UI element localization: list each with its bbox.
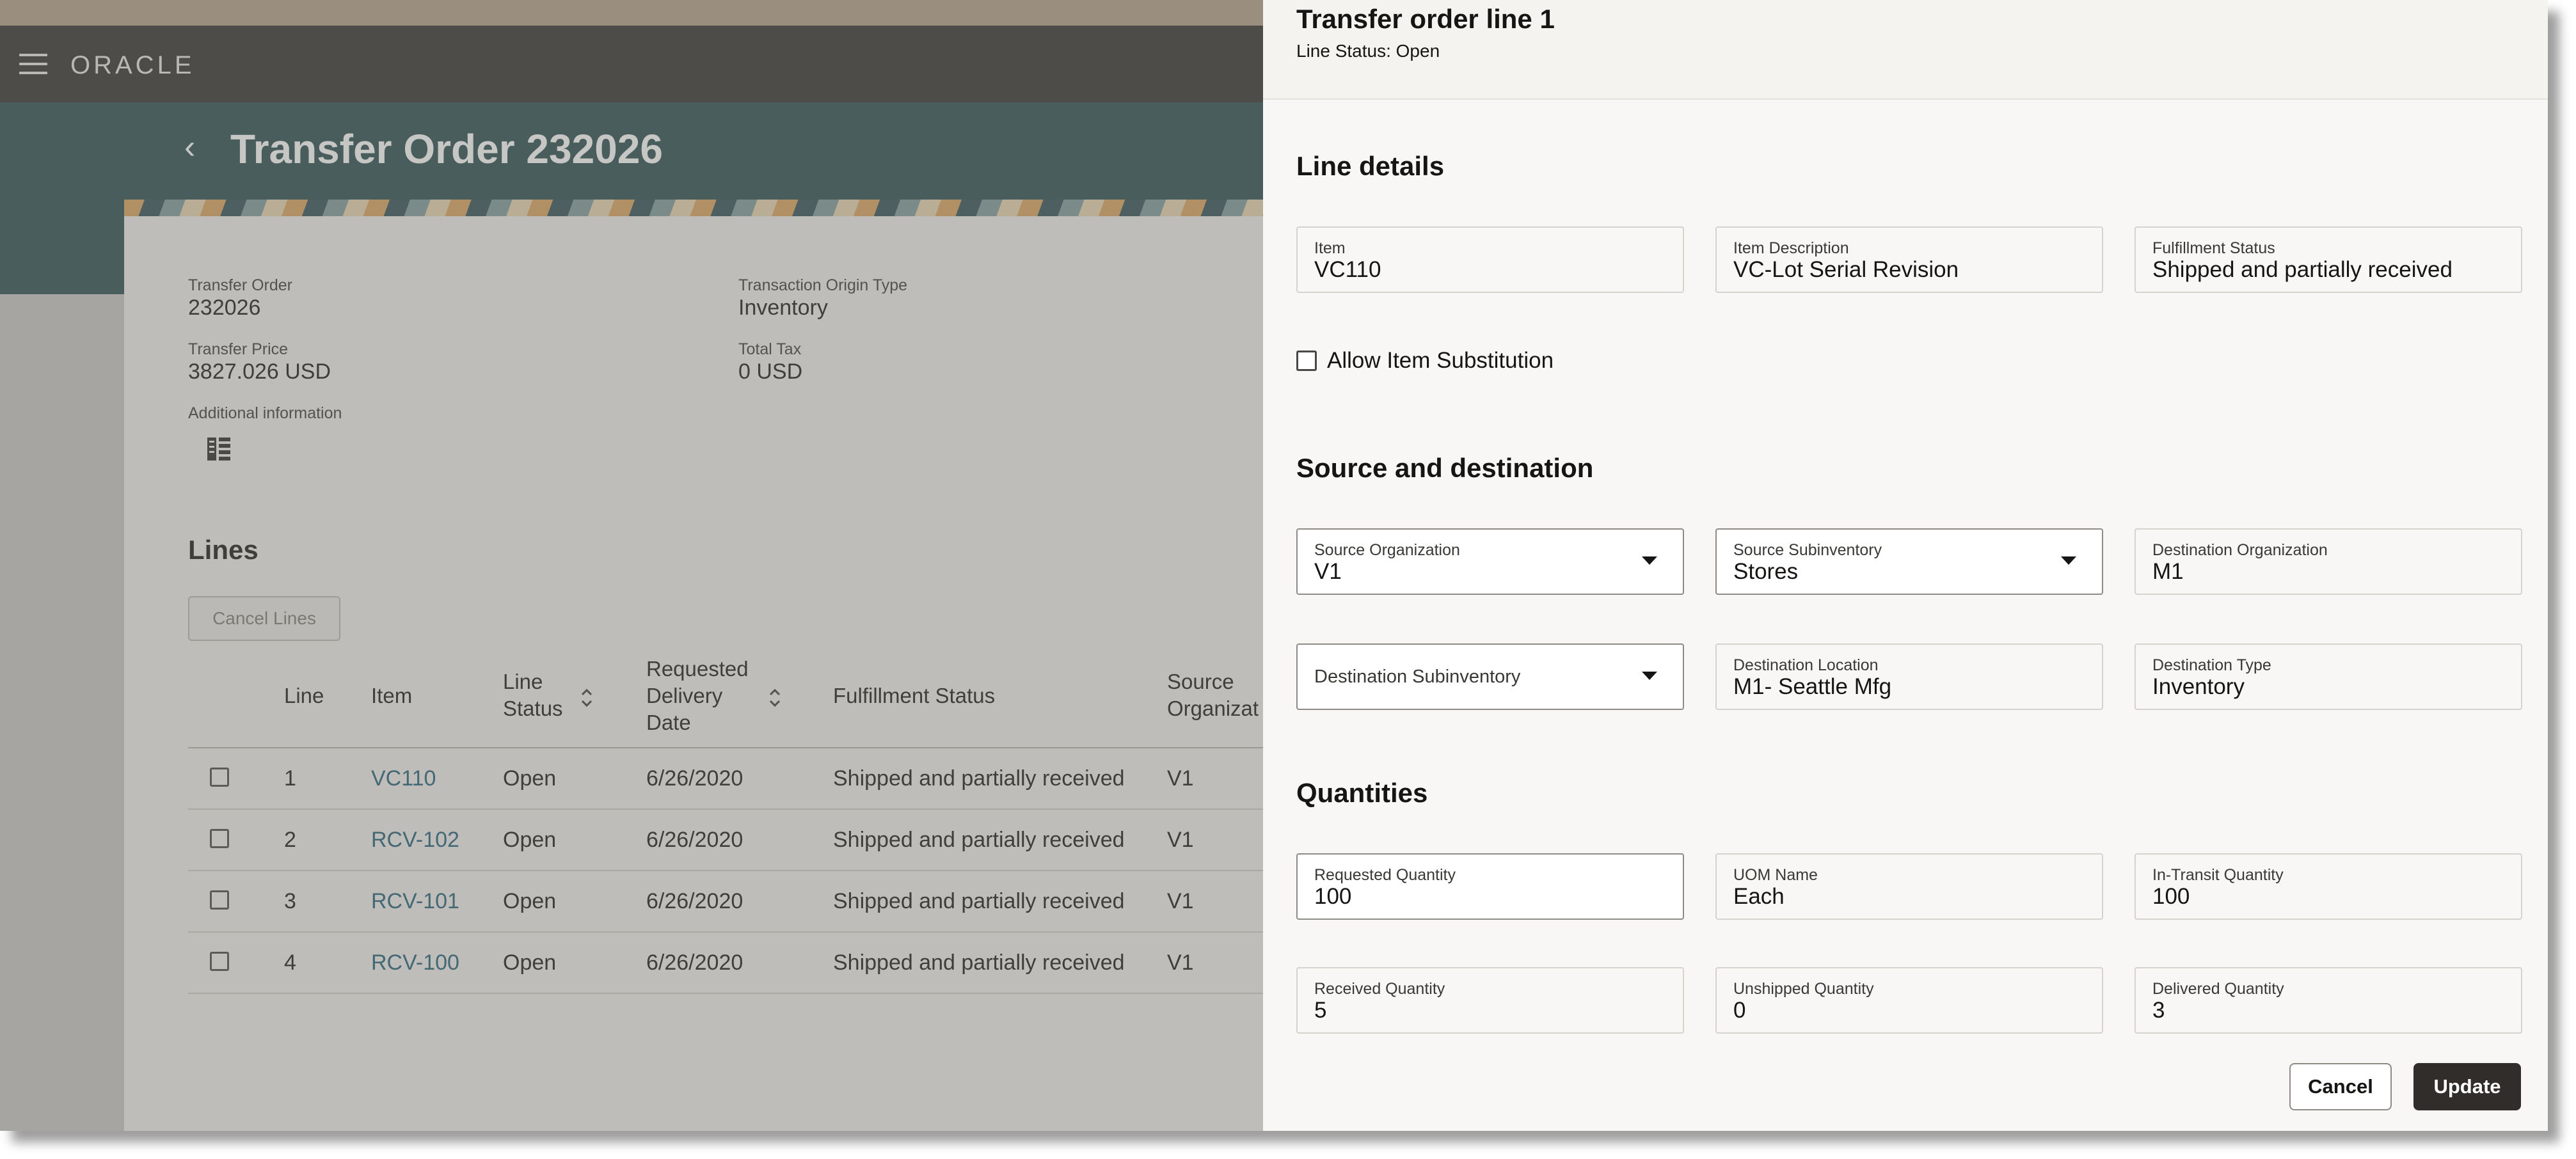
drawer-line-status: Line Status: Open: [1296, 41, 1440, 61]
field-value[interactable]: 100: [1314, 884, 1351, 910]
field-label: Item Description: [1733, 239, 1849, 257]
destination-organization-field: Destination Organization M1: [2135, 528, 2522, 595]
item-description-field: Item Description VC-Lot Serial Revision: [1715, 226, 2103, 293]
field-value: 3: [2152, 998, 2165, 1023]
update-button[interactable]: Update: [2413, 1063, 2521, 1110]
field-value: VC110: [1314, 257, 1381, 282]
field-value: M1: [2152, 559, 2184, 584]
item-field: Item VC110: [1296, 226, 1684, 293]
field-value: Shipped and partially received: [2152, 257, 2453, 282]
cancel-button[interactable]: Cancel: [2289, 1063, 2392, 1110]
field-label: Source Subinventory: [1733, 541, 1882, 559]
field-value: 100: [2152, 884, 2190, 909]
field-value: Inventory: [2152, 674, 2245, 699]
field-label: Fulfillment Status: [2152, 239, 2275, 257]
caret-down-icon[interactable]: [1642, 672, 1657, 680]
destination-subinventory-select[interactable]: Destination Subinventory: [1296, 643, 1684, 710]
unshipped-quantity-field: Unshipped Quantity 0: [1715, 967, 2103, 1034]
field-value: Each: [1733, 884, 1785, 909]
field-label: Item: [1314, 239, 1346, 257]
field-value: 0: [1733, 998, 1746, 1023]
field-placeholder-label: Destination Subinventory: [1314, 666, 1521, 687]
field-label: UOM Name: [1733, 866, 1818, 884]
line-details-title: Line details: [1296, 151, 1445, 181]
source-organization-select[interactable]: Source Organization V1: [1296, 528, 1684, 595]
delivered-quantity-field: Delivered Quantity 3: [2135, 967, 2522, 1034]
allow-item-substitution-checkbox[interactable]: [1296, 351, 1317, 371]
fulfillment-status-field: Fulfillment Status Shipped and partially…: [2135, 226, 2522, 293]
app-window: ORACLE ‹ Transfer Order 232026 Transfer …: [0, 0, 2548, 1131]
field-label: Source Organization: [1314, 541, 1460, 559]
field-label: Requested Quantity: [1314, 866, 1456, 884]
source-destination-title: Source and destination: [1296, 453, 1594, 483]
field-label: Destination Organization: [2152, 541, 2328, 559]
field-label: Received Quantity: [1314, 980, 1445, 998]
caret-down-icon[interactable]: [2061, 556, 2076, 565]
caret-down-icon[interactable]: [1642, 556, 1657, 565]
field-value: Stores: [1733, 559, 1799, 584]
field-value: VC-Lot Serial Revision: [1733, 257, 1959, 282]
source-subinventory-select[interactable]: Source Subinventory Stores: [1715, 528, 2103, 595]
field-value: M1- Seattle Mfg: [1733, 674, 1892, 699]
drawer-header: Transfer order line 1 Line Status: Open: [1263, 0, 2548, 100]
field-value: V1: [1314, 559, 1342, 584]
received-quantity-field: Received Quantity 5: [1296, 967, 1684, 1034]
in-transit-quantity-field: In-Transit Quantity 100: [2135, 853, 2522, 920]
uom-name-field: UOM Name Each: [1715, 853, 2103, 920]
requested-quantity-input[interactable]: Requested Quantity 100: [1296, 853, 1684, 920]
line-detail-drawer: Transfer order line 1 Line Status: Open …: [1263, 0, 2548, 1131]
field-label: Delivered Quantity: [2152, 980, 2284, 998]
field-label: In-Transit Quantity: [2152, 866, 2284, 884]
quantities-title: Quantities: [1296, 778, 1428, 808]
allow-item-substitution-label[interactable]: Allow Item Substitution: [1327, 348, 1554, 374]
field-value: 5: [1314, 998, 1327, 1023]
drawer-title: Transfer order line 1: [1296, 4, 1555, 34]
destination-type-field: Destination Type Inventory: [2135, 643, 2522, 710]
field-label: Destination Location: [1733, 656, 1879, 674]
field-label: Unshipped Quantity: [1733, 980, 1874, 998]
destination-location-field: Destination Location M1- Seattle Mfg: [1715, 643, 2103, 710]
field-label: Destination Type: [2152, 656, 2271, 674]
